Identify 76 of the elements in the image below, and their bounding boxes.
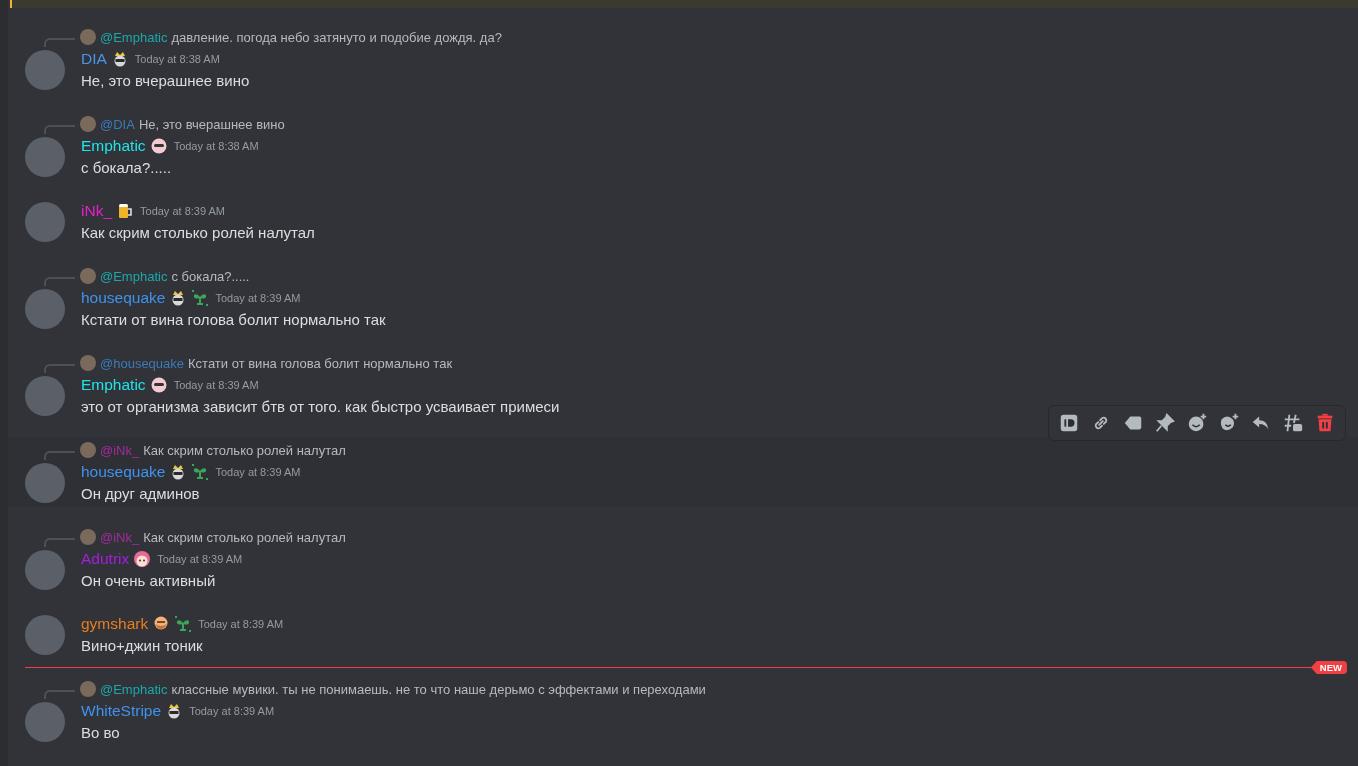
avatar[interactable] [25,50,65,90]
username[interactable]: iNk_ [81,202,112,220]
reply-spine [44,537,75,547]
timestamp: Today at 8:39 AM [157,553,243,565]
timestamp: Today at 8:38 AM [173,140,259,152]
reply-spine [44,37,75,47]
timestamp: Today at 8:39 AM [140,205,225,217]
username[interactable]: WhiteStripe [81,702,162,720]
message-text: Вино+джин тоник [81,636,204,656]
timestamp: Today at 8:38 AM [134,53,220,65]
timestamp: Today at 8:39 AM [215,466,301,478]
reply-spine [44,124,75,134]
sunglasses-face-icon [149,376,168,394]
thread-icon [1282,412,1304,434]
reply-avatar [80,268,96,284]
reply-avatar [80,442,96,458]
message-text: Не, это вчерашнее вино [81,71,250,91]
avatar[interactable] [25,550,65,590]
message-text: Как скрим столько ролей налутал [81,223,315,243]
sprout-icon [174,615,193,633]
reply-mention[interactable]: @Emphatic [100,29,168,45]
reply-preview: Как скрим столько ролей налутал [143,442,346,458]
username[interactable]: Emphatic [81,137,146,155]
reply-preview: Как скрим столько ролей налутал [143,529,346,545]
sprout-icon [191,463,210,481]
copy-id-icon [1058,412,1080,434]
username[interactable]: gymshark [81,615,149,633]
reply-preview: Не, это вчерашнее вино [138,116,285,132]
avatar[interactable] [25,137,65,177]
reply-avatar [80,355,96,371]
avatar[interactable] [25,289,65,329]
reply-avatar [80,529,96,545]
avatar[interactable] [25,376,65,416]
reply-preview: с бокала?..... [171,268,250,284]
beer-mug-icon [116,202,134,220]
message-text: Кстати от вина голова болит нормально так [81,310,386,330]
timestamp: Today at 8:39 AM [198,618,284,630]
avatar[interactable] [25,463,65,503]
sunglasses-face-icon [149,137,168,155]
message-text: Он очень активный [81,571,217,591]
username[interactable]: housequake [81,463,166,481]
new-messages-label: NEW [1310,661,1347,674]
avatar[interactable] [25,702,65,742]
avatar[interactable] [25,615,65,655]
timestamp: Today at 8:39 AM [215,292,301,304]
message-text: Он друг админов [81,484,201,504]
username[interactable]: DIA [81,50,107,68]
reply-spine [44,689,75,699]
reply-preview: давление. погода небо затянуто и подобие дождя. да? [171,29,502,45]
reply-spine [44,276,75,286]
reply-spine [44,450,75,460]
message-text: с бокала?..... [81,158,173,178]
reply-preview: Кстати от вина голова болит нормально так [188,355,453,371]
reply-mention[interactable]: @iNk_ [100,442,140,458]
username[interactable]: housequake [81,289,166,307]
reply-avatar [80,29,96,45]
reply-mention[interactable]: @housequake [100,355,185,371]
anime-face-icon [133,550,152,568]
reply-preview: классные мувики. ты не понимаешь. не то что наше дерьмо с эффектами и переходами [171,681,706,697]
pin-icon [1154,412,1176,434]
sprout-icon [191,289,210,307]
avatar[interactable] [25,202,65,242]
timestamp: Today at 8:39 AM [173,379,259,391]
timestamp: Today at 8:39 AM [189,705,275,717]
username[interactable]: Adutrix [81,550,130,568]
reply-spine [44,363,75,373]
reply-avatar [80,681,96,697]
add-reaction-icon [1186,412,1208,434]
reply-mention[interactable]: @DIA [100,116,135,132]
reply-mention[interactable]: @Emphatic [100,268,168,284]
username[interactable]: Emphatic [81,376,146,394]
message-text: Во во [81,723,121,743]
message-text: это от организма зависит бтв от того. как быстро усваивает примеси [81,397,560,417]
reply-mention[interactable]: @Emphatic [100,681,168,697]
reply-mention[interactable]: @iNk_ [100,529,140,545]
reply-avatar [80,116,96,132]
